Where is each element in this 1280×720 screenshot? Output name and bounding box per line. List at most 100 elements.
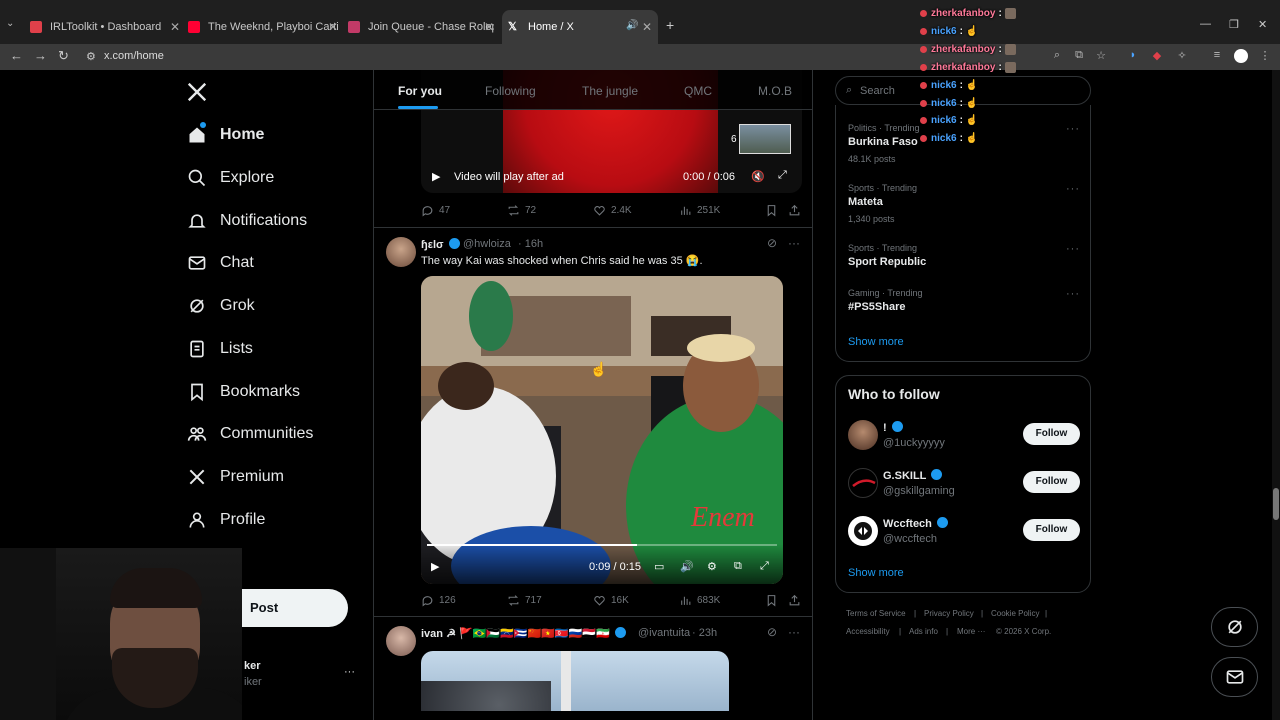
follow-handle[interactable]: @1uckyyyyy xyxy=(883,437,945,449)
new-tab-button[interactable]: + xyxy=(666,17,674,33)
close-tab-icon[interactable]: ✕ xyxy=(642,20,652,34)
tab-qmc[interactable]: QMC xyxy=(684,84,712,98)
nav-item-communities[interactable]: Communities xyxy=(186,423,313,445)
page-scrollbar[interactable] xyxy=(1272,70,1280,720)
repost-button[interactable]: 72 xyxy=(507,204,536,217)
tab-list-dropdown-icon[interactable]: ⌄ xyxy=(6,18,14,29)
nav-item-bookmarks[interactable]: Bookmarks xyxy=(186,381,300,403)
trend-more-icon[interactable]: ··· xyxy=(1066,243,1080,255)
trend-more-icon[interactable]: ··· xyxy=(1066,183,1080,195)
follow-name[interactable]: ! xyxy=(883,421,903,434)
extension-icon[interactable]: ◗ xyxy=(1126,49,1140,63)
close-tab-icon[interactable]: ✕ xyxy=(170,20,180,34)
tweet-author-handle[interactable]: @ivantuita xyxy=(638,627,690,639)
repost-button[interactable]: 717 xyxy=(507,594,542,607)
tweet-image[interactable] xyxy=(421,651,729,711)
tweet-age[interactable]: · 23h xyxy=(692,627,717,639)
volume-icon[interactable]: 🔊 xyxy=(680,560,694,573)
follow-handle[interactable]: @wccftech xyxy=(883,533,937,545)
messages-fab-button[interactable] xyxy=(1211,657,1258,697)
post-button[interactable]: Post xyxy=(242,589,348,627)
nav-item-profile[interactable]: Profile xyxy=(186,509,265,531)
like-button[interactable]: 16K xyxy=(593,594,629,607)
nav-item-home[interactable]: Home xyxy=(186,122,264,146)
tweet-age[interactable]: · 16h xyxy=(518,238,543,250)
gskill-logo-icon[interactable] xyxy=(848,468,878,498)
zoom-icon[interactable]: ⌕ xyxy=(1050,49,1064,63)
views-button[interactable]: 251K xyxy=(679,204,720,217)
tweet-more-icon[interactable]: ··· xyxy=(788,625,800,639)
close-tab-icon[interactable]: ✕ xyxy=(484,20,494,34)
show-more-link[interactable]: Show more xyxy=(848,567,904,579)
follow-button[interactable]: Follow xyxy=(1023,471,1080,493)
fullscreen-icon[interactable]: ⤢ xyxy=(760,560,769,573)
forward-icon[interactable]: → xyxy=(34,48,47,63)
reply-button[interactable]: 126 xyxy=(421,594,456,607)
account-more-icon[interactable]: ··· xyxy=(344,666,355,678)
trend-more-icon[interactable]: ··· xyxy=(1066,123,1080,135)
url-field[interactable]: x.com/home xyxy=(104,50,164,62)
nav-item-lists[interactable]: Lists xyxy=(186,338,253,360)
profile-avatar-icon[interactable] xyxy=(1234,49,1248,63)
grok-icon[interactable]: ⊘ xyxy=(767,236,777,250)
account-handle[interactable]: iker xyxy=(244,676,262,688)
views-button[interactable]: 683K xyxy=(679,594,720,607)
nav-item-grok[interactable]: Grok xyxy=(186,295,255,317)
footer-ads-link[interactable]: Ads info xyxy=(909,627,938,636)
reload-icon[interactable]: ↻ xyxy=(58,48,69,64)
reply-button[interactable]: 47 xyxy=(421,204,450,217)
extensions-puzzle-icon[interactable]: ✧ xyxy=(1175,49,1189,63)
nav-item-notifications[interactable]: Notifications xyxy=(186,210,307,232)
close-tab-icon[interactable]: ✕ xyxy=(328,20,338,34)
tab-the-jungle[interactable]: The jungle xyxy=(582,84,638,98)
footer-privacy-link[interactable]: Privacy Policy xyxy=(924,609,974,618)
avatar[interactable] xyxy=(386,237,416,267)
follow-name[interactable]: G.SKILL xyxy=(883,469,943,482)
picture-in-picture-icon[interactable]: ⧉ xyxy=(734,560,742,573)
footer-accessibility-link[interactable]: Accessibility xyxy=(846,627,890,636)
tweet-author-handle[interactable]: @hwloiza xyxy=(463,238,511,250)
minimize-icon[interactable]: — xyxy=(1200,18,1211,30)
media-controls-icon[interactable]: ≡ xyxy=(1210,49,1224,63)
scrollbar-thumb[interactable] xyxy=(1273,488,1279,520)
install-app-icon[interactable]: ⧉ xyxy=(1072,49,1086,63)
avatar[interactable] xyxy=(848,420,878,450)
browser-tab-x-home[interactable]: 𝕏 Home / X 🔊 ✕ xyxy=(502,10,658,44)
show-more-link[interactable]: Show more xyxy=(848,336,904,348)
bookmark-star-icon[interactable]: ☆ xyxy=(1094,49,1108,63)
follow-name[interactable]: Wccftech xyxy=(883,517,948,530)
tab-for-you[interactable]: For you xyxy=(398,84,442,98)
speaker-icon[interactable]: 🔊 xyxy=(626,20,638,31)
close-window-icon[interactable]: ✕ xyxy=(1258,18,1267,31)
footer-more-link[interactable]: More ··· xyxy=(957,627,985,636)
browser-tab-irltoolkit[interactable]: IRLToolkit • Dashboard ✕ xyxy=(30,16,180,38)
grok-icon[interactable]: ⊘ xyxy=(767,625,777,639)
nav-item-premium[interactable]: Premium xyxy=(186,466,284,488)
trend-name[interactable]: Sport Republic xyxy=(848,256,926,268)
footer-cookie-link[interactable]: Cookie Policy xyxy=(991,609,1039,618)
follow-button[interactable]: Follow xyxy=(1023,519,1080,541)
browser-tab-youtube[interactable]: The Weeknd, Playboi Carti - Tim ✕ xyxy=(188,16,338,38)
play-icon[interactable]: ▶ xyxy=(431,560,439,573)
trend-name[interactable]: Mateta xyxy=(848,196,883,208)
footer-terms-link[interactable]: Terms of Service xyxy=(846,609,906,618)
like-button[interactable]: 2.4K xyxy=(593,204,632,217)
back-icon[interactable]: ← xyxy=(10,48,23,63)
mute-icon[interactable]: 🔇 xyxy=(751,170,765,183)
tweet-author-name[interactable]: ɧεlσ xyxy=(421,238,460,251)
grok-fab-button[interactable] xyxy=(1211,607,1258,647)
nav-item-explore[interactable]: Explore xyxy=(186,167,274,189)
tweet-author-name[interactable]: ivan ☭ 🚩🇧🇷🇵🇸🇻🇪🇨🇺🇨🇳🇻🇳🇰🇵🇷🇺🇾🇪🇮🇷 xyxy=(421,627,626,640)
site-info-icon[interactable]: ⚙ xyxy=(86,50,96,63)
play-icon[interactable]: ▶ xyxy=(432,170,440,183)
trend-name[interactable]: #PS5Share xyxy=(848,301,905,313)
video-progress-track[interactable] xyxy=(427,544,777,546)
bookmark-icon[interactable] xyxy=(765,594,783,607)
x-logo-icon[interactable] xyxy=(186,81,208,103)
share-icon[interactable] xyxy=(788,594,806,607)
follow-handle[interactable]: @gskillgaming xyxy=(883,485,955,497)
tab-mob[interactable]: M.O.B xyxy=(758,84,792,98)
captions-icon[interactable]: ▭ xyxy=(654,560,664,573)
trend-name[interactable]: Burkina Faso xyxy=(848,136,918,148)
share-icon[interactable] xyxy=(788,204,806,217)
